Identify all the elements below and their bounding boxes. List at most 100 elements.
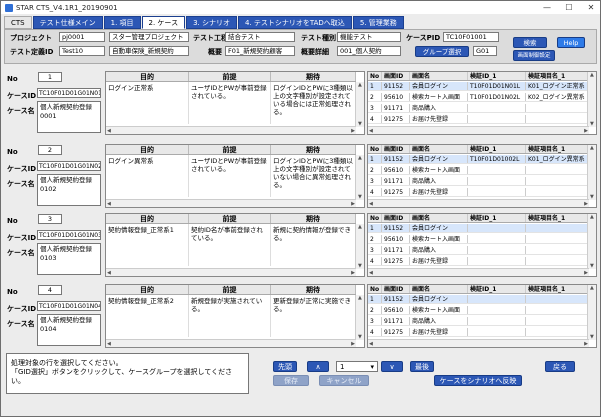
scroll-down-icon[interactable]: ▼: [358, 121, 362, 127]
expect-cell[interactable]: 更新登録が正常に実施できる。: [271, 295, 356, 337]
case-no-field[interactable]: 1: [38, 72, 62, 82]
screen-row[interactable]: 3 91171 商品購入: [368, 317, 590, 326]
expect-cell[interactable]: 新規に契約情報が登録できる。: [271, 224, 356, 266]
screen-row[interactable]: 3 91171 商品購入: [368, 246, 590, 255]
save-button[interactable]: 保存: [273, 375, 309, 386]
scroll-left-icon[interactable]: ◀: [369, 270, 373, 276]
screen-row[interactable]: 1 91152 会員ログイン T10F01D01002L K01_ログイン異常系: [368, 155, 590, 164]
screen-row[interactable]: 3 91171 商品購入: [368, 104, 590, 113]
grid-row[interactable]: ログイン正常系 ユーザIDとPWが事前登録されている。 ログインIDとPWに3種類以…: [106, 82, 356, 124]
project-name-field[interactable]: スター管理プロジェクト: [109, 32, 189, 42]
cancel-button[interactable]: キャンセル: [319, 375, 369, 386]
tab-test-spec-main[interactable]: テスト仕様メイン: [32, 16, 103, 29]
scroll-down-icon[interactable]: ▼: [590, 121, 594, 127]
screen-row[interactable]: 1 91152 会員ログイン T10F01D01N01L K01_ログイン正常系: [368, 82, 590, 91]
purpose-cell[interactable]: ログイン正常系: [106, 82, 189, 124]
scroll-left-icon[interactable]: ◀: [369, 341, 373, 347]
next-button[interactable]: ∨: [381, 361, 403, 372]
scroll-right-icon[interactable]: ▶: [351, 128, 355, 134]
vertical-scrollbar[interactable]: ▲ ▼: [355, 82, 364, 127]
screen-row[interactable]: 2 95610 検索カート入画面: [368, 166, 590, 175]
minimize-button[interactable]: —: [542, 2, 552, 13]
premise-cell[interactable]: ユーザIDとPWが事前登録されている。: [189, 82, 271, 124]
case-no-field[interactable]: 3: [38, 214, 62, 224]
tab-items[interactable]: 1. 項目: [103, 16, 141, 29]
scroll-right-icon[interactable]: ▶: [351, 341, 355, 347]
screen-setting-button[interactable]: 画面制御設定: [513, 50, 555, 61]
screen-row[interactable]: 4 91275 お届け先登録: [368, 188, 590, 197]
scroll-down-icon[interactable]: ▼: [358, 263, 362, 269]
screen-row[interactable]: 4 91275 お届け先登録: [368, 257, 590, 266]
screen-row[interactable]: 4 91275 お届け先登録: [368, 115, 590, 124]
case-id-field[interactable]: TC10F01D01G01N03: [37, 230, 101, 240]
vertical-scrollbar[interactable]: ▲ ▼: [587, 145, 596, 200]
case-name-field[interactable]: 個人新規契約登録 0104: [37, 314, 101, 346]
scroll-up-icon[interactable]: ▲: [358, 155, 362, 161]
back-button[interactable]: 戻る: [545, 361, 575, 372]
purpose-cell[interactable]: 契約情報登録_正常系1: [106, 224, 189, 266]
premise-cell[interactable]: 新規登録が実施されている。: [189, 295, 271, 337]
case-no-field[interactable]: 4: [38, 285, 62, 295]
case-id-field[interactable]: TC10F01D01G01N01: [37, 88, 101, 98]
scroll-left-icon[interactable]: ◀: [369, 128, 373, 134]
case-name-field[interactable]: 個人新規契約登録 0103: [37, 243, 101, 275]
tab-management[interactable]: 5. 管理業務: [352, 16, 404, 29]
scroll-down-icon[interactable]: ▼: [590, 194, 594, 200]
horizontal-scrollbar[interactable]: ◀ ▶: [106, 339, 356, 347]
search-button[interactable]: 検索: [513, 37, 547, 48]
scroll-right-icon[interactable]: ▶: [584, 270, 588, 276]
help-button[interactable]: Help: [557, 37, 585, 48]
first-button[interactable]: 先頭: [273, 361, 297, 372]
tab-cases[interactable]: 2. ケース: [141, 16, 186, 29]
group-value-field[interactable]: G01: [473, 46, 497, 56]
case-pid-field[interactable]: TC10F01001: [443, 32, 499, 42]
outline-field[interactable]: F01_新規契約顧客: [225, 46, 295, 56]
screen-row[interactable]: 2 95610 検索カート入画面 T10F01D01N02L K02_ログイン異常系: [368, 93, 590, 102]
scroll-left-icon[interactable]: ◀: [107, 270, 111, 276]
case-name-field[interactable]: 個人新規契約登録 0001: [37, 101, 101, 133]
screen-row[interactable]: 2 95610 検索カート入画面: [368, 306, 590, 315]
case-id-field[interactable]: TC10F01D01G01N02: [37, 161, 101, 171]
scroll-right-icon[interactable]: ▶: [584, 128, 588, 134]
scroll-left-icon[interactable]: ◀: [369, 201, 373, 207]
grid-row[interactable]: 契約情報登録_正常系1 契約ID名が事前登録されている。 新規に契約情報が登録できる…: [106, 224, 356, 266]
horizontal-scrollbar[interactable]: ◀ ▶: [106, 199, 356, 207]
scroll-up-icon[interactable]: ▲: [590, 72, 594, 78]
apply-to-scenario-button[interactable]: ケースをシナリオへ反映: [434, 375, 522, 386]
purpose-cell[interactable]: ログイン異常系: [106, 155, 189, 197]
test-def-name-field[interactable]: 自動車保険_新規契約: [109, 46, 189, 56]
scroll-down-icon[interactable]: ▼: [590, 334, 594, 340]
screen-row[interactable]: 2 95610 検索カート入画面: [368, 235, 590, 244]
horizontal-scrollbar[interactable]: ◀ ▶: [368, 199, 589, 207]
scroll-left-icon[interactable]: ◀: [107, 201, 111, 207]
scroll-up-icon[interactable]: ▲: [590, 214, 594, 220]
scroll-left-icon[interactable]: ◀: [107, 128, 111, 134]
scroll-up-icon[interactable]: ▲: [590, 285, 594, 291]
vertical-scrollbar[interactable]: ▲ ▼: [587, 214, 596, 269]
scroll-down-icon[interactable]: ▼: [358, 194, 362, 200]
grid-row[interactable]: 契約情報登録_正常系2 新規登録が実施されている。 更新登録が正常に実施できる。: [106, 295, 356, 337]
horizontal-scrollbar[interactable]: ◀ ▶: [106, 268, 356, 276]
last-button[interactable]: 最後: [410, 361, 434, 372]
project-code-field[interactable]: pj0001: [59, 32, 105, 42]
process-field[interactable]: 結合テスト: [225, 32, 295, 42]
page-select[interactable]: 1 ▾: [336, 361, 378, 372]
scroll-down-icon[interactable]: ▼: [358, 334, 362, 340]
scroll-up-icon[interactable]: ▲: [358, 82, 362, 88]
group-select-button[interactable]: グループ選択: [415, 46, 469, 57]
maximize-button[interactable]: ☐: [564, 2, 574, 13]
prev-button[interactable]: ∧: [307, 361, 329, 372]
premise-cell[interactable]: 契約ID名が事前登録されている。: [189, 224, 271, 266]
horizontal-scrollbar[interactable]: ◀ ▶: [368, 268, 589, 276]
test-type-field[interactable]: 機能テスト: [337, 32, 401, 42]
screen-row[interactable]: 1 91152 会員ログイン: [368, 224, 590, 233]
scroll-left-icon[interactable]: ◀: [107, 341, 111, 347]
scroll-right-icon[interactable]: ▶: [584, 201, 588, 207]
horizontal-scrollbar[interactable]: ◀ ▶: [368, 339, 589, 347]
case-id-field[interactable]: TC10F01D01G01N04: [37, 301, 101, 311]
scroll-up-icon[interactable]: ▲: [590, 145, 594, 151]
scroll-up-icon[interactable]: ▲: [358, 295, 362, 301]
screen-row[interactable]: 4 91275 お届け先登録: [368, 328, 590, 337]
scroll-right-icon[interactable]: ▶: [351, 270, 355, 276]
scroll-down-icon[interactable]: ▼: [590, 263, 594, 269]
